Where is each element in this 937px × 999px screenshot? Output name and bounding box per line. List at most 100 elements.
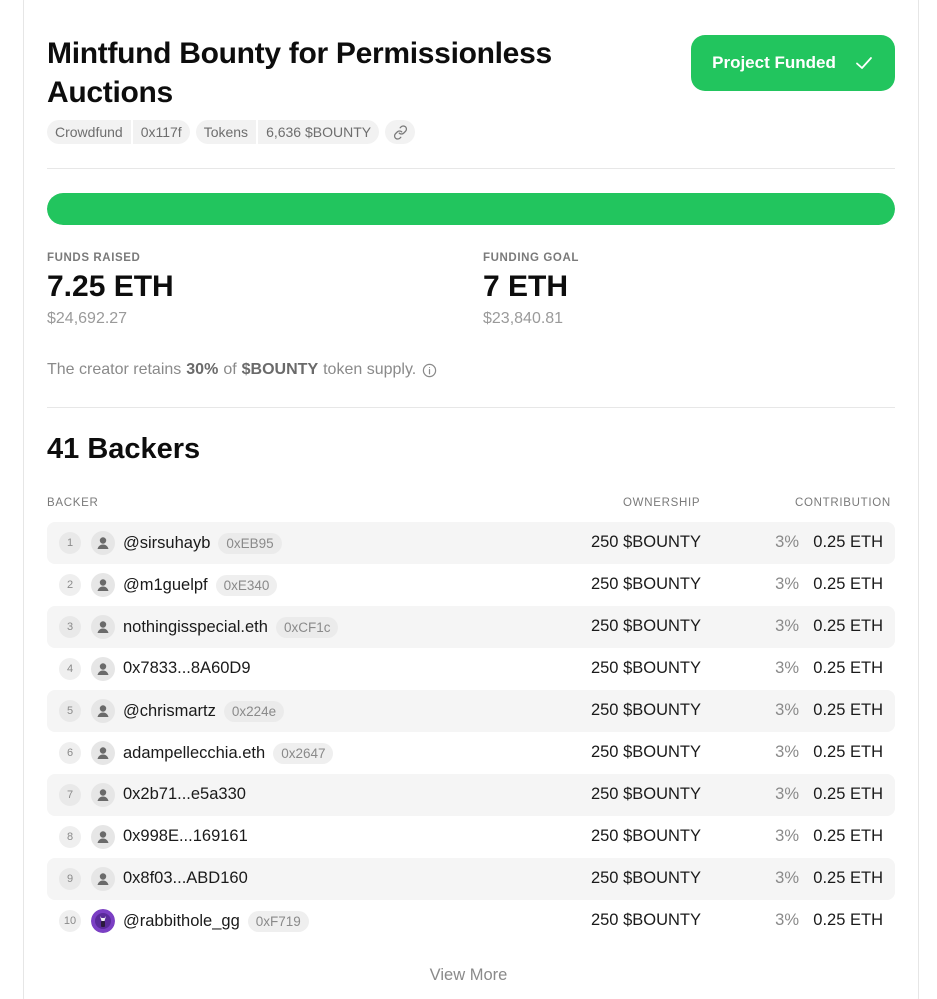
backer-name[interactable]: 0x998E...169161 [123,827,248,846]
backer-name[interactable]: 0x7833...8A60D9 [123,659,251,678]
view-more-button[interactable]: View More [0,966,937,985]
backer-row[interactable]: 2 @m1guelpf 0xE340 250 $BOUNTY 3% 0.25 ETH [47,564,895,606]
funding-goal-label: FUNDING GOAL [483,252,579,264]
retain-percent: 30% [186,361,219,378]
backer-ownership: 250 $BOUNTY [590,785,701,803]
user-icon [91,699,115,723]
project-title: Mintfund Bounty for Permissionless Aucti… [47,37,552,109]
backer-identity: @m1guelpf 0xE340 [123,575,278,596]
backer-row[interactable]: 5 @chrismartz 0x224e 250 $BOUNTY 3% 0.25 ETH [47,690,895,732]
funds-raised-usd: $24,692.27 [47,310,128,327]
project-funded-label: Project Funded [712,53,836,72]
retain-of: of [223,361,237,378]
funding-progress-bar [47,193,895,225]
checkmark-icon [855,57,872,69]
backer-ownership: 250 $BOUNTY [590,869,701,887]
column-header-ownership: OWNERSHIP [623,497,701,509]
backer-ownership: 250 $BOUNTY [590,911,701,929]
backer-ownership-percent: 3% [775,533,799,551]
column-header-backer: BACKER [47,497,99,509]
backer-ownership: 250 $BOUNTY [590,701,701,719]
backer-ownership-percent: 3% [775,911,799,929]
backer-ownership: 250 $BOUNTY [590,575,701,593]
backer-address: 0xE340 [215,575,278,596]
backer-address: 0x2647 [273,743,334,764]
backer-ownership-percent: 3% [775,743,799,761]
backer-contribution: 0.25 ETH [813,743,883,761]
backer-identity: 0x2b71...e5a330 [123,785,246,804]
user-icon [91,573,115,597]
user-icon [91,741,115,765]
backer-rank: 10 [59,910,81,932]
funds-raised: FUNDS RAISED 7.25 ETH $24,692.27 [47,252,174,328]
user-icon [91,825,115,849]
funds-raised-label: FUNDS RAISED [47,252,141,264]
backer-rank: 9 [59,868,81,890]
divider [47,168,895,169]
backer-contribution: 0.25 ETH [813,869,883,887]
backer-row[interactable]: 8 0x998E...169161 250 $BOUNTY 3% 0.25 ETH [47,816,895,858]
backer-row[interactable]: 4 0x7833...8A60D9 250 $BOUNTY 3% 0.25 ETH [47,648,895,690]
backer-identity: nothingisspecial.eth 0xCF1c [123,617,339,638]
backer-row[interactable]: 7 0x2b71...e5a330 250 $BOUNTY 3% 0.25 ETH [47,774,895,816]
user-icon [91,783,115,807]
backer-contribution: 0.25 ETH [813,827,883,845]
backer-contribution: 0.25 ETH [813,659,883,677]
retain-suffix: token supply. [323,361,417,378]
link-button[interactable] [385,120,416,144]
backer-address: 0xF719 [247,911,309,932]
backer-ownership-percent: 3% [775,617,799,635]
backer-rank: 3 [59,616,81,638]
backer-ownership: 250 $BOUNTY [590,743,701,761]
retain-prefix: The creator retains [47,361,182,378]
backer-row[interactable]: 1 @sirsuhayb 0xEB95 250 $BOUNTY 3% 0.25 ETH [47,522,895,564]
backer-ownership-percent: 3% [775,575,799,593]
project-tags: Crowdfund 0x117f Tokens 6,636 $BOUNTY [47,120,416,144]
backer-row[interactable]: 3 nothingisspecial.eth 0xCF1c 250 $BOUNTY 3%… [47,606,895,648]
tokens-tag-value: 6,636 $BOUNTY [256,120,379,144]
backer-name[interactable]: adampellecchia.eth [123,744,265,763]
backer-name[interactable]: @chrismartz [123,702,216,721]
backer-row[interactable]: 9 0x8f03...ABD160 250 $BOUNTY 3% 0.25 ETH [47,858,895,900]
backer-rank: 5 [59,700,81,722]
backer-name[interactable]: nothingisspecial.eth [123,618,268,637]
backer-rank: 8 [59,826,81,848]
backer-name[interactable]: @m1guelpf [123,576,208,595]
user-icon [91,531,115,555]
backer-ownership: 250 $BOUNTY [590,827,701,845]
backer-rank: 6 [59,742,81,764]
user-icon [91,867,115,891]
backer-contribution: 0.25 ETH [813,701,883,719]
backer-name[interactable]: 0x8f03...ABD160 [123,869,248,888]
crowdfund-tag[interactable]: Crowdfund 0x117f [47,120,190,144]
backer-identity: @chrismartz 0x224e [123,701,285,722]
backer-name[interactable]: @rabbithole_gg [123,912,240,931]
backer-contribution: 0.25 ETH [813,533,883,551]
funds-raised-value: 7.25 ETH [47,270,174,303]
backer-contribution: 0.25 ETH [813,785,883,803]
funding-progress-fill [47,193,895,225]
backer-row[interactable]: 6 adampellecchia.eth 0x2647 250 $BOUNTY 3% 0.… [47,732,895,774]
info-icon[interactable] [422,363,437,378]
backer-ownership: 250 $BOUNTY [590,617,701,635]
backer-rank: 4 [59,658,81,680]
backer-ownership: 250 $BOUNTY [590,533,701,551]
backer-ownership-percent: 3% [775,869,799,887]
backer-address: 0x224e [223,701,285,722]
tokens-tag[interactable]: Tokens 6,636 $BOUNTY [195,120,380,144]
creator-retains-note: The creator retains 30% of $BOUNTY token… [47,361,437,379]
backer-identity: 0x8f03...ABD160 [123,869,248,888]
backer-ownership-percent: 3% [775,827,799,845]
backer-name[interactable]: 0x2b71...e5a330 [123,785,246,804]
backer-identity: @sirsuhayb 0xEB95 [123,533,282,554]
backer-identity: 0x7833...8A60D9 [123,659,251,678]
backer-ownership-percent: 3% [775,659,799,677]
backer-address: 0xEB95 [218,533,282,554]
project-funded-button[interactable]: Project Funded [691,35,895,91]
backer-ownership-percent: 3% [775,701,799,719]
backer-name[interactable]: @sirsuhayb [123,534,210,553]
funding-goal-usd: $23,840.81 [483,310,564,327]
user-icon [91,657,115,681]
backer-row[interactable]: 10 @rabbithole_gg 0xF719 250 $BOUNTY 3% 0.25 … [47,900,895,942]
backer-contribution: 0.25 ETH [813,617,883,635]
